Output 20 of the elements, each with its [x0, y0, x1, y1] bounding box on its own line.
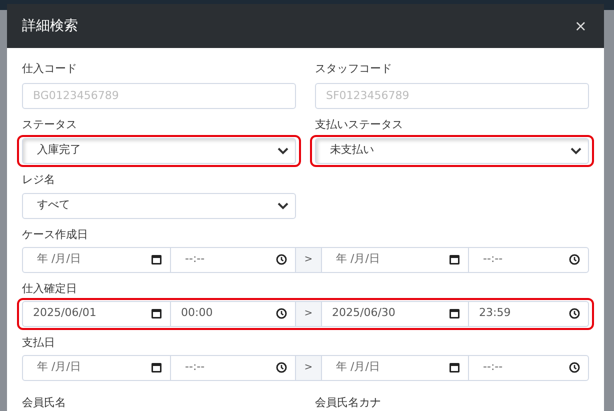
chevron-down-icon	[570, 146, 582, 154]
select-field[interactable]: すべて	[22, 192, 296, 218]
chevron-down-icon	[277, 202, 289, 210]
field-label: 支払日	[22, 336, 55, 350]
select-field[interactable]: 入庫完了	[22, 138, 296, 164]
field-label: 支払いステータス	[315, 118, 403, 132]
input-field[interactable]: BG0123456789	[22, 82, 296, 108]
chevron-down-icon	[277, 146, 289, 154]
field-label: ケース作成日	[22, 228, 88, 242]
input-field[interactable]: SF0123456789	[315, 82, 589, 108]
field-label: スタッフコード	[315, 62, 392, 76]
field-label: 仕入確定日	[22, 282, 77, 296]
field-label: 会員氏名カナ	[315, 396, 381, 408]
field-label: レジ名	[22, 172, 55, 186]
field-label: 会員氏名	[22, 396, 66, 408]
field-label: 仕入コード	[22, 62, 77, 76]
field-label: ステータス	[22, 118, 77, 132]
select-field[interactable]: 未支払い	[315, 138, 589, 164]
close-button[interactable]: ×	[572, 18, 589, 34]
dialog-title: 詳細検索	[22, 16, 78, 36]
